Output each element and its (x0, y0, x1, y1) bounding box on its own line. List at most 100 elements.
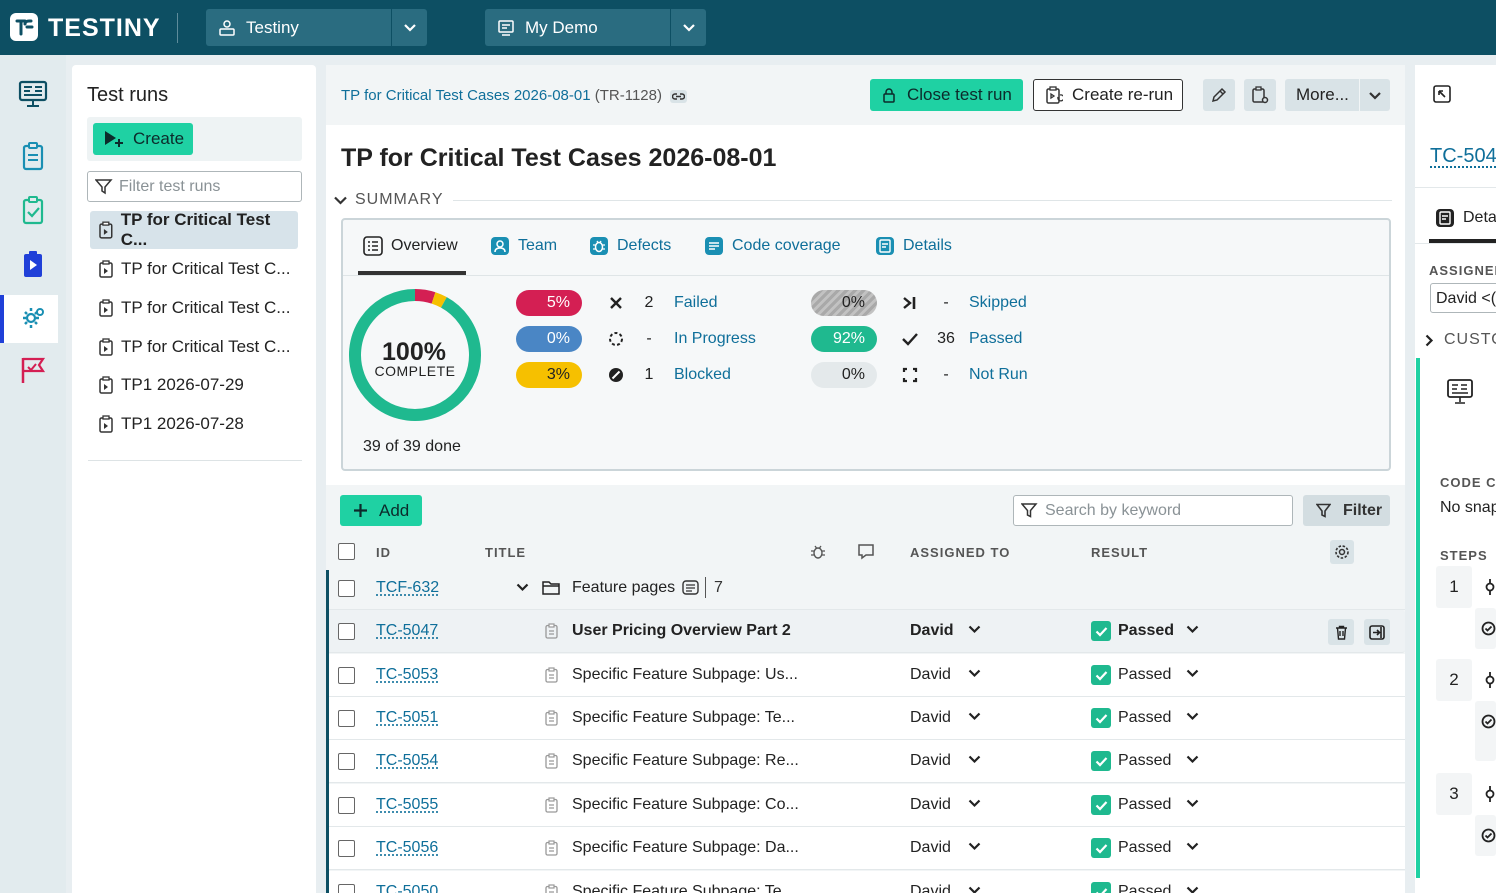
row-checkbox[interactable] (338, 710, 355, 727)
assigned-user[interactable]: David (910, 709, 951, 727)
result-status[interactable]: Passed (1091, 708, 1171, 728)
assigned-user[interactable]: David (910, 752, 951, 770)
summary-toggle[interactable]: SUMMARY (334, 191, 444, 209)
test-case-id-link[interactable]: TC-5050 (376, 883, 438, 893)
column-header-title[interactable]: TITLE (485, 545, 526, 560)
row-checkbox[interactable] (338, 580, 355, 597)
clipboard-settings-button[interactable] (1244, 79, 1276, 111)
tab-defects[interactable]: Defects (589, 236, 671, 256)
dashboard-icon[interactable] (16, 77, 50, 111)
chevron-down-icon[interactable] (1186, 886, 1199, 893)
run-list-item[interactable]: TP for Critical Test C... (90, 289, 298, 327)
test-runs-icon[interactable] (16, 247, 50, 281)
row-checkbox[interactable] (338, 797, 355, 814)
in-progress-link[interactable]: In Progress (674, 330, 756, 348)
chevron-down-icon[interactable] (516, 583, 529, 592)
result-status[interactable]: Passed (1091, 882, 1171, 893)
not-run-link[interactable]: Not Run (969, 366, 1028, 384)
breadcrumb[interactable]: TP for Critical Test Cases 2026-08-01 (T… (341, 87, 687, 104)
test-case-title[interactable]: Specific Feature Subpage: Re... (572, 752, 799, 770)
test-case-id-link[interactable]: TC-5051 (376, 709, 438, 727)
chevron-down-icon[interactable] (1186, 712, 1199, 721)
result-status[interactable]: Passed (1091, 838, 1171, 858)
step-handle-icon[interactable] (1484, 785, 1496, 803)
chevron-down-icon[interactable] (968, 669, 981, 678)
close-test-run-button[interactable]: Close test run (870, 79, 1023, 111)
assigned-user[interactable]: David (910, 796, 951, 814)
chevron-down-icon[interactable] (968, 799, 981, 808)
view-selector[interactable]: My Demo (485, 9, 706, 46)
result-status[interactable]: Passed (1091, 621, 1174, 641)
test-case-title[interactable]: User Pricing Overview Part 2 (572, 622, 791, 640)
row-checkbox[interactable] (338, 884, 355, 893)
chevron-down-icon[interactable] (1186, 625, 1199, 634)
more-actions-button[interactable]: More... (1285, 79, 1390, 111)
skipped-link[interactable]: Skipped (969, 294, 1027, 312)
column-settings-button[interactable] (1330, 540, 1354, 564)
trash-icon[interactable] (1328, 619, 1354, 645)
chevron-down-icon[interactable] (968, 712, 981, 721)
step-handle-icon[interactable] (1484, 671, 1496, 689)
expand-icon[interactable] (1433, 85, 1451, 103)
result-status[interactable]: Passed (1091, 665, 1171, 685)
tab-code-coverage[interactable]: Code coverage (704, 236, 841, 256)
step-result[interactable] (1475, 701, 1496, 761)
column-header-assigned[interactable]: ASSIGNED TO (910, 545, 1010, 560)
table-row[interactable]: TC-5056 Specific Feature Subpage: Da... Da… (326, 827, 1405, 870)
test-plans-icon[interactable] (16, 193, 50, 227)
table-row[interactable]: TC-5055 Specific Feature Subpage: Co... Da… (326, 784, 1405, 827)
testiny-logo-icon[interactable] (10, 13, 38, 41)
test-case-title[interactable]: Specific Feature Subpage: Co... (572, 796, 799, 814)
step-result[interactable] (1475, 815, 1496, 856)
table-row[interactable]: TC-5053 Specific Feature Subpage: Us... Da… (326, 654, 1405, 697)
blocked-link[interactable]: Blocked (674, 366, 731, 384)
copy-link-icon[interactable] (670, 90, 687, 103)
add-button[interactable]: Add (340, 495, 422, 526)
filter-button[interactable]: Filter (1303, 495, 1390, 526)
assigned-user[interactable]: David (910, 883, 951, 893)
table-row[interactable]: TC-5051 Specific Feature Subpage: Te... Da… (326, 697, 1405, 740)
test-case-title[interactable]: Specific Feature Subpage: Da... (572, 839, 799, 857)
assigned-user[interactable]: David (910, 666, 951, 684)
result-status[interactable]: Passed (1091, 795, 1171, 815)
assigned-user[interactable]: David (910, 622, 954, 640)
assigned-user[interactable]: David (910, 839, 951, 857)
open-detail-icon[interactable] (1364, 619, 1390, 645)
failed-link[interactable]: Failed (674, 294, 718, 312)
step-handle-icon[interactable] (1484, 578, 1496, 596)
test-cases-icon[interactable] (16, 139, 50, 173)
project-selector[interactable]: Testiny (206, 9, 427, 46)
chevron-down-icon[interactable] (1186, 799, 1199, 808)
tab-details[interactable]: Deta (1435, 208, 1496, 228)
row-checkbox[interactable] (338, 753, 355, 770)
test-case-id-link[interactable]: TC-5047 (376, 622, 438, 640)
filter-runs-input[interactable]: Filter test runs (87, 171, 302, 202)
settings-icon[interactable] (16, 301, 50, 335)
run-list-item[interactable]: TP1 2026-07-28 (90, 405, 298, 443)
chevron-down-icon[interactable] (1359, 79, 1390, 111)
create-rerun-button[interactable]: Create re-run (1033, 79, 1183, 111)
run-list-item[interactable]: TP for Critical Test C... (90, 250, 298, 288)
table-row[interactable]: TC-5054 Specific Feature Subpage: Re... Da… (326, 740, 1405, 783)
chevron-down-icon[interactable] (391, 9, 427, 46)
row-checkbox[interactable] (338, 667, 355, 684)
chevron-down-icon[interactable] (968, 755, 981, 764)
result-status[interactable]: Passed (1091, 751, 1171, 771)
test-case-id-link[interactable]: TC-5056 (376, 839, 438, 857)
assigned-select[interactable]: David <( (1430, 283, 1496, 313)
run-list-item[interactable]: TP for Critical Test C... (90, 211, 298, 249)
table-row[interactable]: TC-5050 Specific Feature Subpage: Te... Da… (326, 871, 1405, 893)
chevron-down-icon[interactable] (1186, 669, 1199, 678)
folder-row[interactable]: TCF-632 Feature pages 7 (326, 567, 1405, 610)
column-header-result[interactable]: RESULT (1091, 545, 1148, 560)
row-checkbox[interactable] (338, 840, 355, 857)
edit-button[interactable] (1203, 79, 1235, 111)
search-input[interactable]: Search by keyword (1013, 495, 1293, 526)
chevron-down-icon[interactable] (968, 842, 981, 851)
row-checkbox[interactable] (338, 623, 355, 640)
folder-id-link[interactable]: TCF-632 (376, 579, 439, 597)
test-case-id-link[interactable]: TC-5054 (376, 752, 438, 770)
detail-case-id[interactable]: TC-504 (1430, 145, 1496, 168)
run-list-item[interactable]: TP for Critical Test C... (90, 328, 298, 366)
run-list-item[interactable]: TP1 2026-07-29 (90, 366, 298, 404)
